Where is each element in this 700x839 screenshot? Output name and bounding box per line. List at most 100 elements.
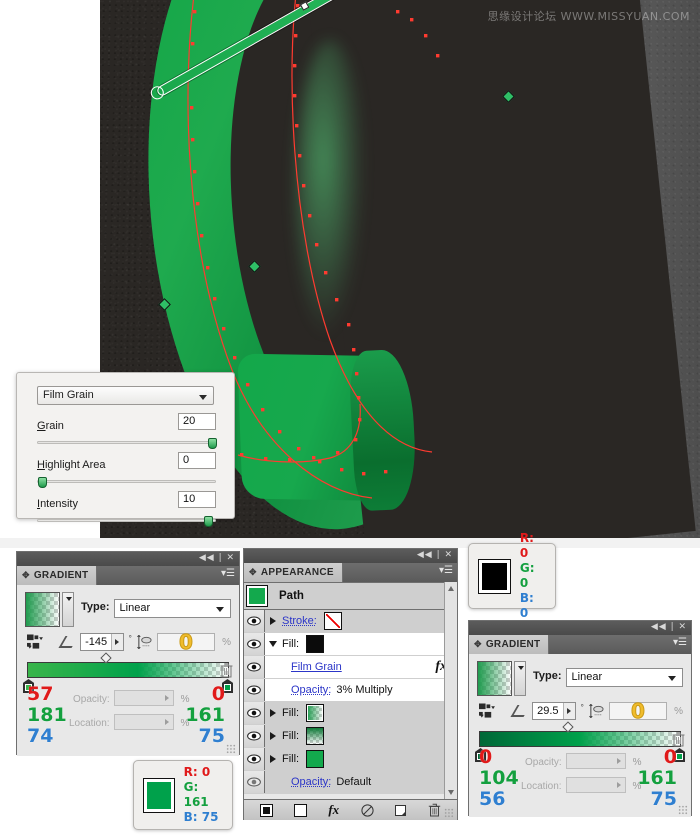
appearance-target-swatch[interactable] bbox=[246, 585, 268, 607]
appearance-row-film-grain-label[interactable]: Film Grain bbox=[291, 661, 342, 673]
appearance-row-stroke[interactable]: Stroke: bbox=[244, 610, 457, 633]
delete-stop-icon[interactable] bbox=[220, 663, 233, 678]
slider-grain-thumb[interactable] bbox=[207, 438, 217, 449]
fill-gradient-b-swatch[interactable] bbox=[306, 727, 325, 745]
fill-solid-green-swatch[interactable] bbox=[306, 750, 325, 768]
slider-highlight-area-thumb[interactable] bbox=[38, 477, 47, 488]
disclosure-triangle-open[interactable] bbox=[267, 641, 279, 647]
appearance-row-opacity-default-label[interactable]: Opacity: bbox=[291, 776, 331, 788]
appearance-row-opacity-default[interactable]: Opacity: Default bbox=[244, 771, 457, 794]
collapse-close-icons[interactable]: ◀◀ | ✕ bbox=[651, 622, 687, 632]
delete-item-button[interactable] bbox=[426, 803, 443, 818]
gradient-angle-input-right[interactable]: 29.5 bbox=[532, 702, 576, 720]
tab-gradient-right[interactable]: ✥ GRADIENT bbox=[469, 635, 550, 654]
slider-grain[interactable]: Grain 20 bbox=[37, 413, 217, 449]
opacity-input-right[interactable] bbox=[566, 752, 627, 769]
slider-grain-value[interactable]: 20 bbox=[178, 413, 216, 430]
gradient-preset-dropdown-left[interactable] bbox=[62, 592, 74, 627]
eye-icon bbox=[247, 731, 261, 741]
appearance-row-fill-solid[interactable]: Fill: bbox=[244, 748, 457, 771]
opacity-input-left[interactable] bbox=[114, 689, 175, 706]
add-new-effect-button[interactable]: fx bbox=[325, 802, 342, 818]
slider-intensity-thumb[interactable] bbox=[204, 516, 214, 527]
opacity-label-left: Opacity: bbox=[73, 694, 110, 705]
stroke-none-swatch[interactable] bbox=[323, 612, 342, 630]
screenshot-root: 思缘设计论坛 WWW.MISSYUAN.COM Film Grain Grain… bbox=[0, 0, 700, 839]
slider-highlight-area[interactable]: Highlight Area 0 bbox=[37, 452, 216, 488]
visibility-toggle[interactable] bbox=[244, 702, 265, 724]
panel-menu-icon[interactable]: ▾☰ bbox=[673, 638, 687, 648]
appearance-panel[interactable]: ◀◀ | ✕ ✥ APPEARANCE ▾☰ Path Stroke: Fill… bbox=[243, 548, 458, 820]
angle-stepper-icon[interactable] bbox=[562, 703, 575, 719]
appearance-row-stroke-label[interactable]: Stroke: bbox=[282, 615, 317, 627]
appearance-row-fill-gradient-b[interactable]: Fill: bbox=[244, 725, 457, 748]
gradient-panel-left[interactable]: ◀◀ | ✕ ✥ GRADIENT ▾☰ Type: Linear -145 °… bbox=[16, 551, 240, 756]
color-swatch-black[interactable] bbox=[478, 558, 511, 594]
scroll-up-icon[interactable] bbox=[448, 586, 454, 591]
disclosure-triangle[interactable] bbox=[267, 732, 279, 740]
panel-menu-icon[interactable]: ▾☰ bbox=[221, 569, 235, 579]
gradient-midpoint-handle[interactable] bbox=[300, 1, 310, 11]
slider-grain-track[interactable] bbox=[37, 438, 217, 449]
visibility-toggle[interactable] bbox=[244, 656, 265, 678]
fill-black-swatch[interactable] bbox=[306, 635, 325, 653]
tab-gradient-left[interactable]: ✥ GRADIENT bbox=[17, 566, 98, 585]
slider-highlight-area-value[interactable]: 0 bbox=[178, 452, 216, 469]
gradient-preview-swatch-left[interactable] bbox=[25, 592, 60, 627]
reverse-gradient-icon[interactable] bbox=[27, 634, 45, 650]
gradient-panel-right[interactable]: ◀◀ | ✕ ✥ GRADIENT ▾☰ Type: Linear 29.5 °… bbox=[468, 620, 692, 817]
slider-intensity[interactable]: Intensity 10 bbox=[37, 491, 216, 527]
slider-highlight-area-track[interactable] bbox=[37, 477, 216, 488]
gradient-type-select-right[interactable]: Linear bbox=[565, 668, 683, 687]
appearance-toolbar[interactable]: fx bbox=[244, 799, 457, 820]
location-input-left[interactable] bbox=[114, 713, 175, 730]
slider-intensity-value[interactable]: 10 bbox=[178, 491, 216, 508]
duplicate-item-button[interactable] bbox=[392, 803, 409, 818]
gradient-type-select-left[interactable]: Linear bbox=[113, 599, 231, 618]
gradient-ramp-left[interactable] bbox=[27, 662, 229, 678]
reverse-gradient-icon[interactable] bbox=[479, 703, 497, 719]
disclosure-triangle[interactable] bbox=[267, 755, 279, 763]
disclosure-triangle[interactable] bbox=[267, 617, 279, 625]
scroll-down-icon[interactable] bbox=[448, 790, 454, 795]
panel-resize-grip-left[interactable] bbox=[226, 744, 236, 754]
panel-resize-grip-right[interactable] bbox=[678, 805, 688, 815]
film-grain-dialog[interactable]: Film Grain Grain 20 Highlight Area 0 Int… bbox=[16, 372, 235, 527]
gradient-preset-dropdown-right[interactable] bbox=[514, 661, 526, 696]
appearance-row-film-grain[interactable]: Film Grain fx bbox=[244, 656, 457, 679]
panel-resize-grip-appearance[interactable] bbox=[444, 808, 454, 818]
appearance-row-fill-gradient-a[interactable]: Fill: bbox=[244, 702, 457, 725]
delete-stop-icon[interactable] bbox=[672, 732, 685, 747]
disclosure-triangle[interactable] bbox=[267, 709, 279, 717]
appearance-row-fill-black[interactable]: Fill: bbox=[244, 633, 457, 656]
effect-preset-select[interactable]: Film Grain bbox=[37, 386, 214, 405]
appearance-scrollbar[interactable] bbox=[444, 582, 457, 799]
appearance-row-opacity-multiply[interactable]: Opacity: 3% Multiply bbox=[244, 679, 457, 702]
gradient-angle-input-left[interactable]: -145 bbox=[80, 633, 124, 651]
visibility-toggle[interactable] bbox=[244, 771, 265, 793]
gradient-right-top-row: Type: Linear bbox=[469, 654, 691, 696]
collapse-close-icons[interactable]: ◀◀ | ✕ bbox=[199, 553, 235, 563]
collapse-close-icons[interactable]: ◀◀ | ✕ bbox=[417, 550, 453, 560]
visibility-toggle[interactable] bbox=[244, 610, 265, 632]
fill-gradient-a-swatch[interactable] bbox=[306, 704, 325, 722]
visibility-toggle[interactable] bbox=[244, 633, 265, 655]
clear-appearance-button[interactable] bbox=[359, 803, 376, 818]
angle-stepper-icon[interactable] bbox=[110, 634, 123, 650]
tab-appearance[interactable]: ✥ APPEARANCE bbox=[244, 563, 343, 582]
gradient-aspect-input-right[interactable]: 0 bbox=[608, 699, 668, 724]
panel-menu-icon[interactable]: ▾☰ bbox=[439, 566, 453, 576]
gradient-ramp-right[interactable] bbox=[479, 731, 681, 747]
visibility-toggle[interactable] bbox=[244, 679, 265, 701]
gradient-aspect-input-left[interactable]: 0 bbox=[156, 630, 216, 655]
add-new-stroke-button[interactable] bbox=[258, 803, 275, 818]
visibility-toggle[interactable] bbox=[244, 748, 265, 770]
add-new-fill-button[interactable] bbox=[292, 803, 309, 818]
gradient-preview-swatch-right[interactable] bbox=[477, 661, 512, 696]
visibility-toggle[interactable] bbox=[244, 725, 265, 747]
appearance-target-row[interactable]: Path bbox=[244, 582, 457, 609]
slider-intensity-track[interactable] bbox=[37, 516, 216, 527]
appearance-row-opacity-multiply-label[interactable]: Opacity: bbox=[291, 684, 331, 696]
location-input-right[interactable] bbox=[566, 776, 627, 793]
color-swatch-green[interactable] bbox=[143, 777, 175, 813]
